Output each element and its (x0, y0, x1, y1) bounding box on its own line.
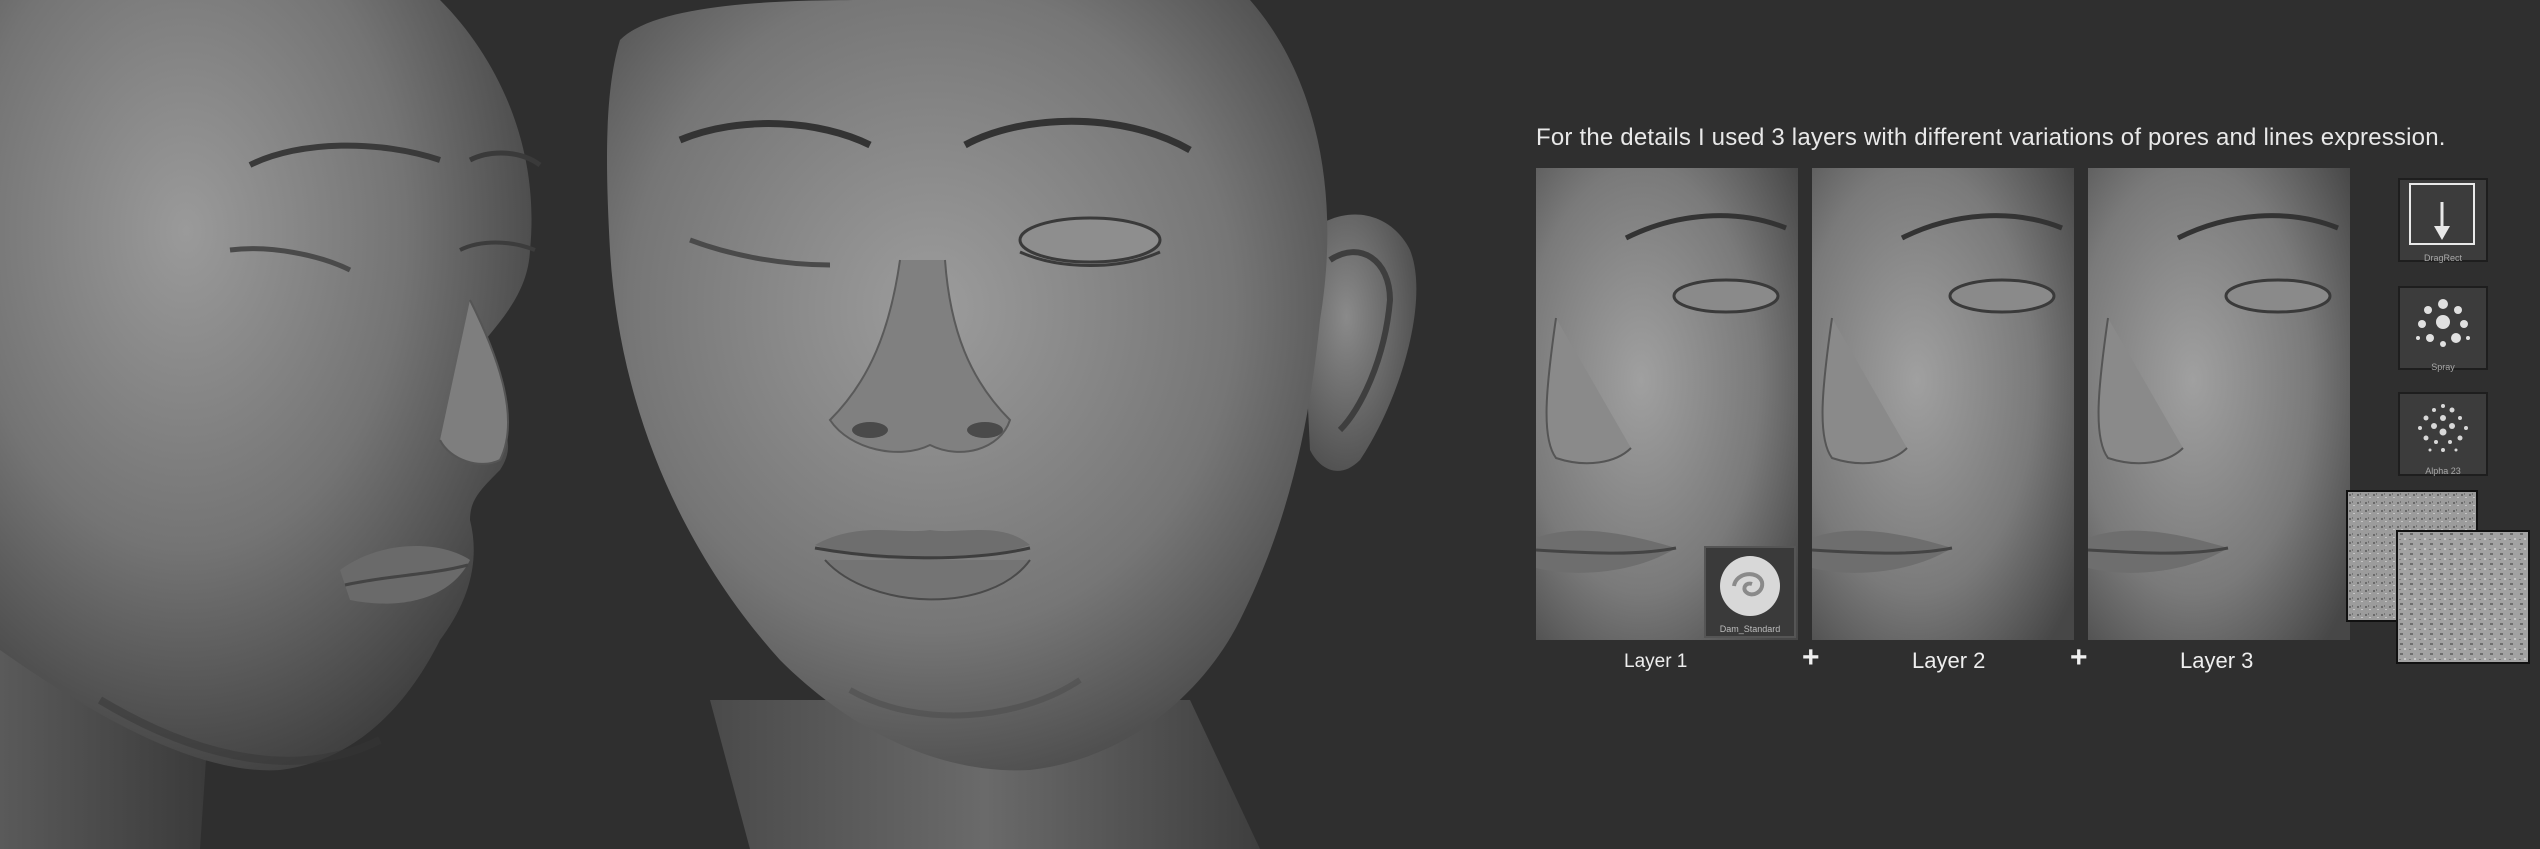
plus-sign: + (2070, 641, 2088, 674)
dragrect-arrow-icon (2409, 183, 2475, 245)
alpha-23-label: Alpha 23 (2425, 466, 2461, 476)
noise-alpha-texture (2396, 530, 2530, 664)
plus-sign: + (1802, 641, 1820, 674)
spray-stroke-button[interactable] (2398, 286, 2488, 370)
layer-2-preview (1812, 168, 2074, 640)
description-text: For the details I used 3 layers with dif… (1536, 124, 2446, 151)
head-render-front (600, 0, 1530, 849)
dragrect-label: DragRect (2423, 253, 2462, 263)
layer-2-label: Layer 2 (1912, 648, 1986, 673)
brush-thumbnail-label: Dam_Standard (1719, 624, 1781, 634)
layer-3-label: Layer 3 (2180, 648, 2254, 673)
layer-1-label: Layer 1 (1624, 651, 1688, 672)
spray-label: Spray (2431, 362, 2455, 372)
alpha-dots-icon (2418, 404, 2468, 452)
head-render-three-quarter (0, 0, 560, 849)
spray-dots-icon (2416, 299, 2470, 347)
dragrect-stroke-button[interactable] (2398, 178, 2488, 262)
layer-3-preview (2088, 168, 2350, 640)
brush-swirl-icon (1720, 556, 1780, 616)
alpha-23-button[interactable] (2398, 392, 2488, 476)
